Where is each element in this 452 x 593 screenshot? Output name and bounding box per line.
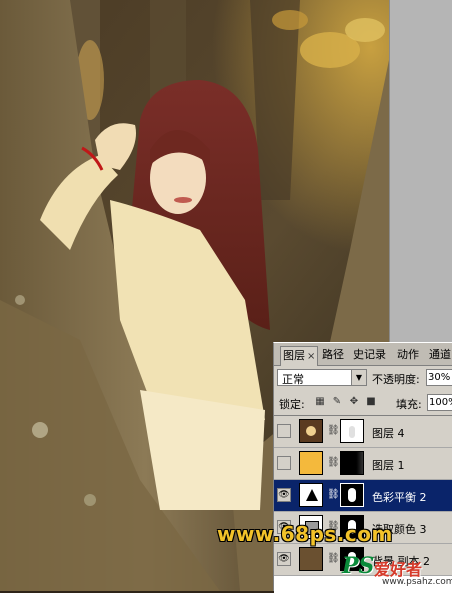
layer-thumbnail bbox=[299, 451, 323, 475]
opacity-label: 不透明度: bbox=[372, 373, 420, 386]
lock-label: 锁定: bbox=[279, 398, 305, 411]
tab-channels[interactable]: 通道 bbox=[427, 346, 452, 364]
lock-transparency-icon[interactable]: ▦ bbox=[314, 396, 326, 408]
opacity-input[interactable]: 30% bbox=[426, 369, 452, 386]
blend-mode-value: 正常 bbox=[282, 373, 304, 386]
tab-actions[interactable]: 动作 bbox=[395, 346, 421, 364]
layer-thumbnail bbox=[299, 419, 323, 443]
link-icon: ⛓ bbox=[327, 553, 340, 564]
close-icon[interactable]: × bbox=[307, 351, 315, 362]
panel-tab-bar: 图层 × 路径 史记录 动作 通道 bbox=[274, 343, 452, 366]
layer-row[interactable]: ⛓ 图层 1 bbox=[274, 448, 452, 480]
link-icon: ⛓ bbox=[327, 489, 340, 500]
workspace-background bbox=[389, 0, 452, 342]
fill-input[interactable]: 100% bbox=[427, 394, 452, 411]
chevron-down-icon[interactable]: ▼ bbox=[351, 370, 366, 385]
site-watermark: www.68ps.com bbox=[217, 522, 393, 546]
fill-label: 填充: bbox=[396, 398, 422, 411]
lock-paint-icon[interactable]: ✎ bbox=[331, 396, 343, 408]
layer-mask-thumbnail[interactable] bbox=[340, 451, 364, 475]
ps-logo-watermark: PS 爱好者 www.psahz.com bbox=[342, 553, 452, 589]
layer-name: 图层 4 bbox=[372, 427, 405, 440]
layer-thumbnail bbox=[299, 547, 323, 571]
lock-move-icon[interactable]: ✥ bbox=[348, 396, 360, 408]
layer-row-selected[interactable]: 👁 ⛓ 色彩平衡 2 bbox=[274, 480, 452, 512]
link-icon: ⛓ bbox=[327, 425, 340, 436]
tab-history[interactable]: 史记录 bbox=[351, 346, 388, 364]
layer-name: 色彩平衡 2 bbox=[372, 491, 427, 504]
eye-icon[interactable]: 👁 bbox=[277, 488, 291, 502]
visibility-toggle[interactable] bbox=[277, 424, 291, 438]
tab-layers[interactable]: 图层 × bbox=[280, 346, 319, 366]
layer-row[interactable]: ⛓ 图层 4 bbox=[274, 416, 452, 448]
tab-paths[interactable]: 路径 bbox=[320, 346, 346, 364]
link-icon: ⛓ bbox=[327, 457, 340, 468]
blend-mode-select[interactable]: 正常 ▼ bbox=[277, 369, 367, 386]
balance-adjustment-icon bbox=[299, 483, 323, 507]
layer-mask-thumbnail[interactable] bbox=[340, 483, 364, 507]
blend-row: 正常 ▼ 不透明度: 30% bbox=[274, 367, 452, 389]
lock-row: 锁定: ▦ ✎ ✥ ■ 填充: 100% bbox=[274, 393, 452, 413]
visibility-toggle[interactable] bbox=[277, 456, 291, 470]
lock-all-icon[interactable]: ■ bbox=[365, 396, 377, 408]
ps-logo-text: PS bbox=[342, 553, 375, 579]
ps-logo-url: www.psahz.com bbox=[382, 577, 452, 587]
eye-icon[interactable]: 👁 bbox=[277, 552, 291, 566]
layer-name: 图层 1 bbox=[372, 459, 405, 472]
layer-mask-thumbnail[interactable] bbox=[340, 419, 364, 443]
